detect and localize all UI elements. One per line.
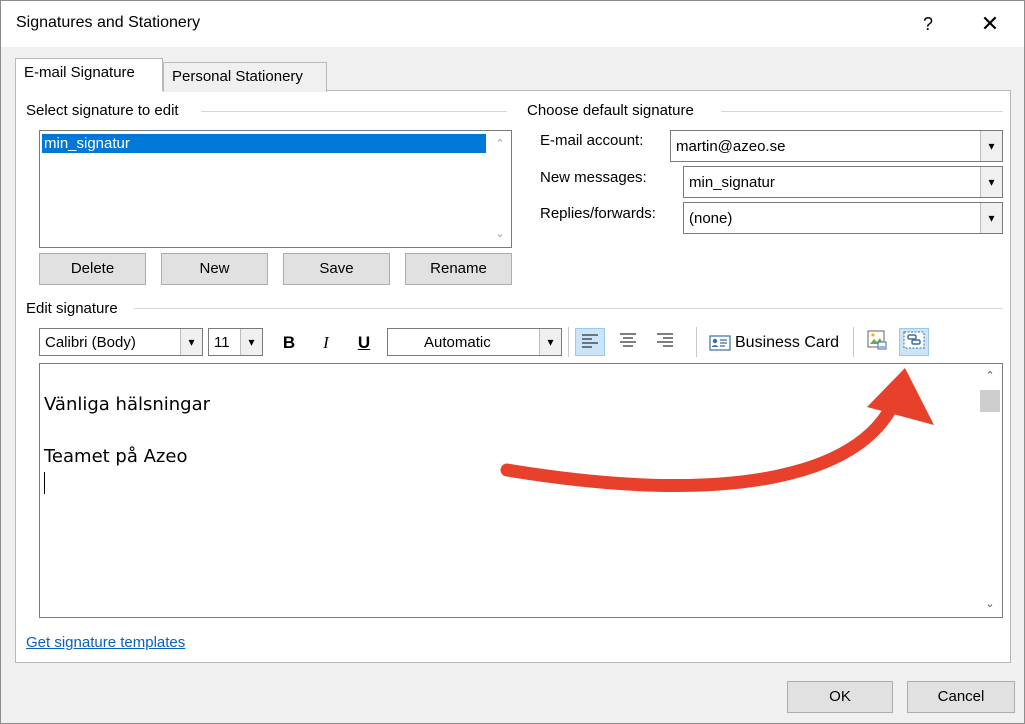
tab-email-signature-label: E-mail Signature xyxy=(24,64,135,81)
business-card-icon xyxy=(709,335,731,351)
edit-signature-title: Edit signature xyxy=(26,300,124,317)
toolbar-separator xyxy=(853,327,854,357)
picture-icon xyxy=(867,330,887,350)
toolbar-separator xyxy=(568,327,569,357)
save-button-label: Save xyxy=(319,260,354,277)
close-button[interactable]: ✕ xyxy=(966,6,1014,42)
font-size-select[interactable]: 11 ▾ xyxy=(208,328,263,356)
delete-button-label: Delete xyxy=(70,260,115,277)
chevron-down-icon[interactable]: ▾ xyxy=(980,131,1002,161)
save-button[interactable]: Save xyxy=(283,253,390,285)
scroll-up-icon[interactable]: ⌃ xyxy=(984,370,996,382)
scroll-up-icon[interactable]: ⌃ xyxy=(494,138,506,150)
signature-listbox[interactable]: min_signatur ⌃ ⌄ xyxy=(39,130,512,248)
chevron-down-icon[interactable]: ▾ xyxy=(980,203,1002,233)
hyperlink-icon xyxy=(903,331,925,349)
business-card-label: Business Card xyxy=(735,334,840,351)
scrollbar-thumb[interactable] xyxy=(980,390,1000,412)
group-divider xyxy=(134,308,1003,309)
replies-forwards-label: Replies/forwards: xyxy=(540,205,656,222)
underline-button[interactable]: U xyxy=(349,329,379,357)
insert-picture-button[interactable] xyxy=(862,329,892,357)
new-button[interactable]: New xyxy=(161,253,268,285)
align-center-button[interactable] xyxy=(613,328,643,356)
text-caret xyxy=(44,472,45,494)
tab-email-signature[interactable]: E-mail Signature xyxy=(15,58,163,91)
font-select[interactable]: Calibri (Body) ▾ xyxy=(39,328,203,356)
align-right-button[interactable] xyxy=(650,328,680,356)
replies-forwards-select[interactable]: (none) ▾ xyxy=(683,202,1003,234)
email-account-label: E-mail account: xyxy=(540,132,644,149)
delete-button[interactable]: Delete xyxy=(39,253,146,285)
insert-hyperlink-button[interactable] xyxy=(899,328,929,356)
font-color-select[interactable]: Automatic ▾ xyxy=(387,328,562,356)
font-value: Calibri (Body) xyxy=(45,334,136,351)
default-signature-title: Choose default signature xyxy=(527,102,700,119)
editor-scrollbar[interactable]: ⌃ ⌄ xyxy=(978,364,1002,617)
chevron-down-icon[interactable]: ▾ xyxy=(539,329,561,355)
signatures-dialog: Signatures and Stationery ? ✕ E-mail Sig… xyxy=(0,0,1025,724)
italic-button[interactable]: I xyxy=(311,329,341,357)
help-button[interactable]: ? xyxy=(906,6,950,42)
cancel-button[interactable]: Cancel xyxy=(907,681,1015,713)
align-right-icon xyxy=(657,333,673,347)
new-messages-value: min_signatur xyxy=(689,174,775,191)
chevron-down-icon[interactable]: ▾ xyxy=(180,329,202,355)
chevron-down-icon[interactable]: ▾ xyxy=(240,329,262,355)
replies-forwards-value: (none) xyxy=(689,210,733,227)
tab-personal-stationery-label: Personal Stationery xyxy=(172,68,303,85)
group-divider xyxy=(201,111,507,112)
bold-button[interactable]: B xyxy=(274,329,304,357)
new-messages-select[interactable]: min_signatur ▾ xyxy=(683,166,1003,198)
toolbar-separator xyxy=(696,327,697,357)
align-left-button[interactable] xyxy=(575,328,605,356)
signature-line: Vänliga hälsningar xyxy=(44,394,211,415)
title-bar: Signatures and Stationery ? ✕ xyxy=(1,1,1024,47)
align-left-icon xyxy=(582,334,598,348)
scroll-down-icon[interactable]: ⌄ xyxy=(494,228,506,240)
align-center-icon xyxy=(620,333,636,347)
email-account-select[interactable]: martin@azeo.se ▾ xyxy=(670,130,1003,162)
signature-list-item[interactable]: min_signatur xyxy=(42,134,486,153)
new-messages-label: New messages: xyxy=(540,169,647,186)
signature-line: Teamet på Azeo xyxy=(44,446,188,467)
chevron-down-icon[interactable]: ▾ xyxy=(980,167,1002,197)
font-size-value: 11 xyxy=(214,334,230,351)
ok-button[interactable]: OK xyxy=(787,681,893,713)
business-card-button[interactable]: Business Card xyxy=(705,328,845,356)
window-title: Signatures and Stationery xyxy=(16,14,201,31)
group-divider xyxy=(721,111,1003,112)
signature-templates-link[interactable]: Get signature templates xyxy=(26,634,185,651)
signature-editor[interactable]: Vänliga hälsningar Teamet på Azeo ⌃ ⌄ xyxy=(39,363,1003,618)
new-button-label: New xyxy=(199,260,230,277)
email-account-value: martin@azeo.se xyxy=(676,138,786,155)
font-color-value: Automatic xyxy=(424,334,491,351)
scroll-down-icon[interactable]: ⌄ xyxy=(984,598,996,610)
rename-button-label: Rename xyxy=(430,260,487,277)
tab-personal-stationery[interactable]: Personal Stationery xyxy=(163,62,327,92)
select-signature-title: Select signature to edit xyxy=(26,102,185,119)
rename-button[interactable]: Rename xyxy=(405,253,512,285)
listbox-scrollbar[interactable]: ⌃ ⌄ xyxy=(490,132,510,246)
